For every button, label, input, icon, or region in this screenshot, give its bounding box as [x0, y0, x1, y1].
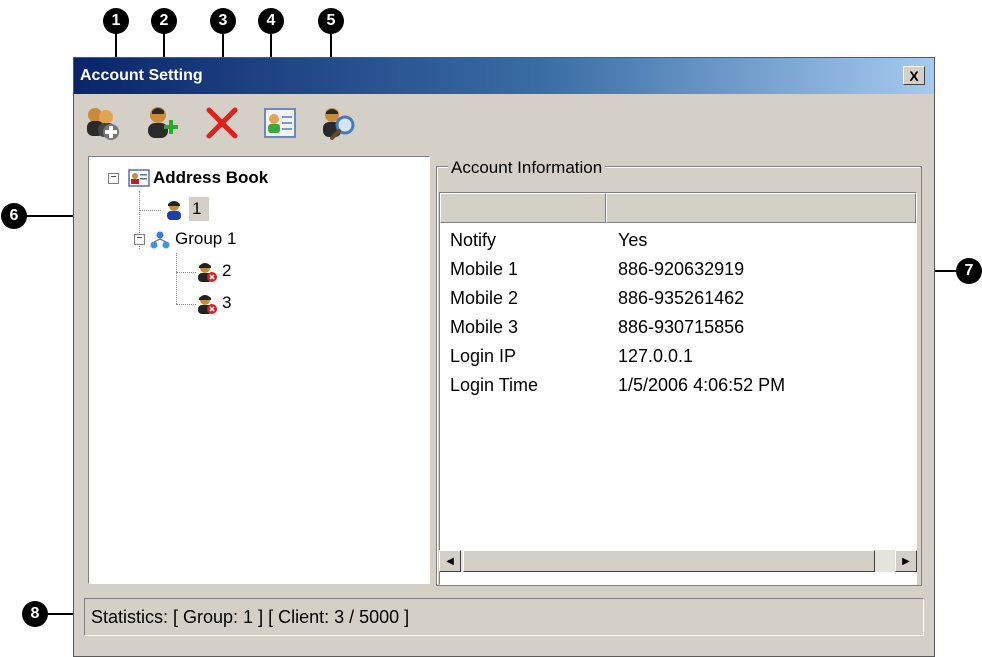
- horizontal-scrollbar[interactable]: ◀ ▶: [439, 550, 917, 572]
- info-key: Login Time: [450, 375, 539, 395]
- account-setting-window: Account Setting X − Address Book 1 − Gro…: [73, 57, 935, 657]
- contact-card-icon: [264, 108, 296, 138]
- group-collapse-toggle[interactable]: −: [134, 234, 145, 245]
- root-collapse-toggle[interactable]: −: [108, 173, 119, 184]
- info-value: 886-930715856: [618, 317, 745, 337]
- search-user-button[interactable]: [318, 103, 358, 143]
- account-information-list[interactable]: Notify Yes Mobile 1 886-920632919 Mobile 2…: [439, 192, 917, 585]
- user-offline-icon: [198, 263, 217, 282]
- callout-1: 1: [103, 8, 129, 34]
- contact-card-button[interactable]: [260, 103, 300, 143]
- tree-node-3[interactable]: 3: [222, 293, 231, 313]
- delete-icon: [206, 107, 238, 139]
- search-user-icon: [323, 108, 355, 140]
- add-user-button[interactable]: [142, 103, 182, 143]
- callout-4: 4: [258, 8, 284, 34]
- callout-8-label: 8: [30, 605, 40, 622]
- group-icon: [150, 231, 170, 249]
- column-header-key[interactable]: [440, 193, 606, 223]
- account-information-title: Account Information: [448, 158, 606, 178]
- status-bar: Statistics: [ Group: 1 ] [ Client: 3 / 5…: [84, 598, 924, 636]
- callout-6: 6: [1, 203, 27, 229]
- add-account-icon: [87, 108, 119, 140]
- account-information-panel: Account Information Notify Yes Mobile 1 88…: [436, 158, 922, 586]
- arrow-right-icon: ▶: [902, 555, 910, 567]
- tree-node-group-1[interactable]: Group 1: [175, 229, 236, 249]
- callout-5-label: 5: [326, 12, 336, 29]
- callout-3-label: 3: [218, 12, 228, 29]
- info-value: 1/5/2006 4:06:52 PM: [618, 375, 786, 395]
- callout-2-label: 2: [159, 12, 169, 29]
- close-button[interactable]: X: [903, 66, 925, 85]
- tree-node-2[interactable]: 2: [222, 261, 231, 281]
- tree-root-label[interactable]: Address Book: [153, 168, 268, 188]
- callout-4-label: 4: [266, 12, 276, 29]
- callout-2: 2: [151, 8, 177, 34]
- callout-5: 5: [318, 8, 344, 34]
- user-offline-icon: [198, 295, 217, 314]
- title-bar[interactable]: Account Setting X: [74, 58, 934, 94]
- info-value: 127.0.0.1: [618, 346, 694, 366]
- callout-7: 7: [956, 258, 982, 284]
- scroll-left-button[interactable]: ◀: [439, 550, 461, 572]
- info-value: 886-935261462: [618, 288, 745, 308]
- add-account-button[interactable]: [82, 103, 122, 143]
- delete-button[interactable]: [202, 103, 242, 143]
- column-header-value[interactable]: [606, 193, 916, 223]
- info-value: Yes: [618, 230, 648, 250]
- tree-connector: [176, 272, 196, 273]
- arrow-left-icon: ◀: [446, 555, 454, 567]
- callout-7-label: 7: [964, 262, 974, 279]
- close-icon: X: [909, 67, 919, 84]
- info-key: Mobile 3: [450, 317, 519, 337]
- info-key: Notify: [450, 230, 497, 250]
- callout-1-label: 1: [111, 12, 121, 29]
- callout-6-label: 6: [9, 207, 19, 224]
- tree-connector: [139, 210, 161, 211]
- info-key: Mobile 1: [450, 259, 519, 279]
- callout-8: 8: [22, 601, 48, 627]
- add-user-icon: [148, 107, 178, 138]
- user-icon: [167, 201, 181, 220]
- info-key: Login IP: [450, 346, 517, 366]
- tree-connector: [176, 304, 196, 305]
- address-book-tree[interactable]: − Address Book 1 − Group 1 2 3: [88, 156, 430, 584]
- tree-connector: [176, 253, 177, 304]
- info-value: 886-920632919: [618, 259, 745, 279]
- address-book-icon: [128, 169, 150, 187]
- tree-node-1[interactable]: 1: [189, 197, 210, 221]
- scroll-thumb[interactable]: [463, 550, 875, 572]
- statistics-text: Statistics: [ Group: 1 ] [ Client: 3 / 5…: [91, 607, 410, 627]
- window-title: Account Setting: [80, 67, 203, 84]
- scroll-right-button[interactable]: ▶: [895, 550, 917, 572]
- info-key: Mobile 2: [450, 288, 519, 308]
- toolbar: [74, 95, 934, 151]
- callout-3: 3: [210, 8, 236, 34]
